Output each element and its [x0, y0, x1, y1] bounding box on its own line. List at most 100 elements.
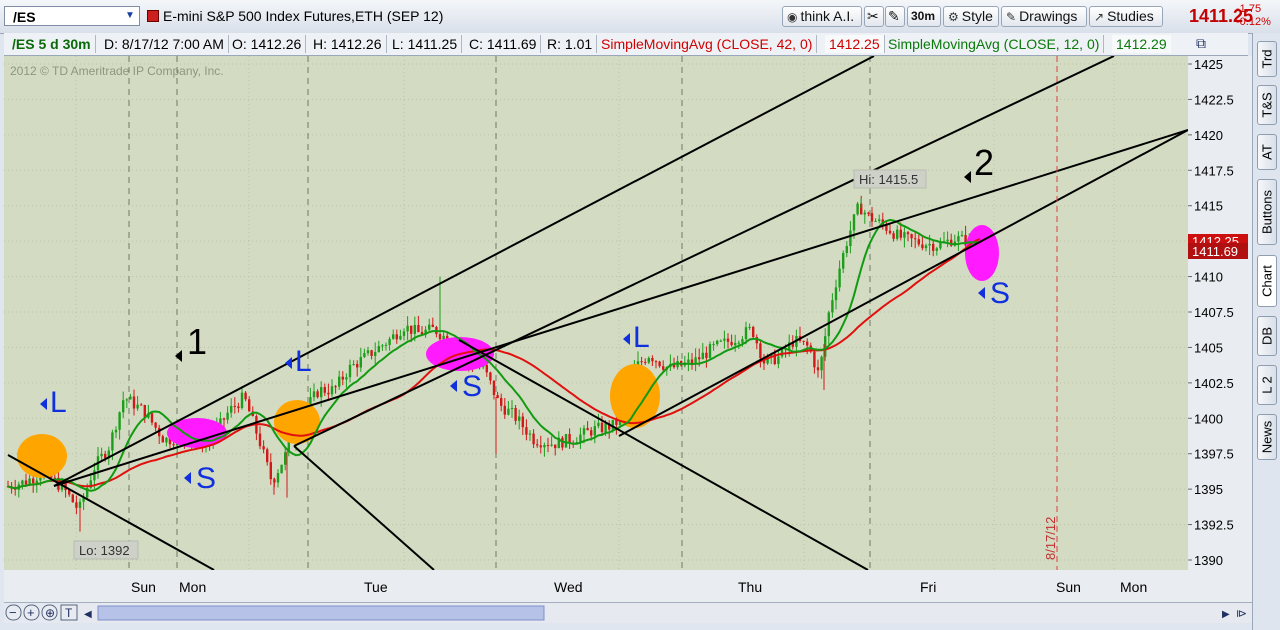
candle-body	[28, 478, 31, 485]
candle-body	[132, 396, 136, 409]
trendline[interactable]	[458, 339, 869, 570]
candle-body	[820, 356, 823, 371]
candle-body	[442, 335, 445, 340]
candle-body	[172, 444, 175, 446]
studies-button[interactable]: ↗ Studies	[1089, 6, 1163, 27]
drawings-button[interactable]: ✎ Drawings	[1001, 6, 1087, 27]
chevron-down-icon[interactable]: ▼	[123, 9, 137, 23]
timeframe-label: 30m	[911, 9, 936, 23]
drawings-label: Drawings	[1019, 8, 1078, 24]
candle-body	[726, 338, 730, 342]
sidebar-tab-db[interactable]: DB	[1257, 316, 1277, 356]
price-tick-label: 1390	[1194, 553, 1223, 568]
candle-body	[536, 444, 539, 446]
short-signal-label: S	[196, 462, 216, 495]
symbol-text: /ES	[13, 9, 36, 25]
scroll-right-icon[interactable]: ▶	[1222, 609, 1230, 620]
trendline[interactable]	[53, 129, 1188, 487]
sidebar-tab-label: AT	[1259, 144, 1275, 160]
candle-body	[906, 232, 910, 235]
candle-body	[496, 395, 499, 398]
scrollbar-thumb[interactable]	[97, 605, 545, 621]
date-marker-label: 8/17/12	[1043, 517, 1058, 560]
candle-body	[878, 219, 881, 221]
candle-body	[759, 343, 762, 359]
candle-body	[330, 386, 334, 395]
candle-body	[852, 214, 856, 231]
candle-body	[532, 433, 535, 445]
sidebar-tab-buttons[interactable]: Buttons	[1257, 179, 1277, 245]
candle-body	[831, 300, 834, 313]
studies-icon: ↗	[1094, 10, 1105, 24]
trendline[interactable]	[293, 445, 435, 570]
candle-body	[712, 344, 715, 346]
price-axis[interactable]: 14251422.514201417.514151412.514101407.5…	[1188, 56, 1252, 570]
candle-body	[21, 480, 24, 485]
chart-area[interactable]: 2012 © TD Ameritrade IP Company, Inc. 8/…	[4, 56, 1188, 570]
sidebar-tab-t-s[interactable]: T&S	[1257, 85, 1277, 125]
sidebar-tab-label: T&S	[1259, 92, 1275, 118]
candle-body	[341, 376, 344, 380]
sidebar-tab-l-2[interactable]: L 2	[1257, 365, 1277, 405]
candle-body	[816, 367, 820, 371]
zoom-in-icon[interactable]: +	[23, 604, 40, 621]
candle-body	[597, 422, 600, 427]
scroll-left-icon[interactable]: ◀	[84, 609, 92, 620]
candle-body	[262, 446, 265, 450]
zoom-out-icon[interactable]: −	[5, 604, 22, 621]
candle-body	[593, 426, 596, 436]
candle-body	[510, 407, 514, 409]
current-price-close: 1411.69	[1192, 244, 1238, 259]
candle-body	[856, 203, 859, 215]
chart-settings-icon[interactable]: ⧉	[1191, 35, 1211, 53]
candle-body	[402, 331, 406, 336]
sma42-line	[7, 238, 981, 490]
crosshair-tool-button[interactable]: ✂	[864, 6, 884, 27]
price-tick-label: 1417.5	[1194, 163, 1234, 178]
candle-body	[237, 406, 240, 409]
candle-body	[543, 444, 546, 448]
chart-scrollbar[interactable]: − + ⊕ T ◀ ▶ ⧐	[4, 602, 1256, 623]
fit-icon[interactable]: ⧐	[1236, 608, 1247, 620]
zoom-box-icon[interactable]: ⊕	[41, 604, 58, 621]
sidebar-tab-at[interactable]: AT	[1257, 134, 1277, 170]
time-tick-label: Tue	[364, 579, 388, 595]
symbol-period[interactable]: /ES 5 d 30m	[8, 35, 96, 53]
sidebar-tab-chart[interactable]: Chart	[1257, 255, 1277, 307]
timeframe-button[interactable]: 30m	[907, 6, 941, 27]
candle-body	[104, 453, 107, 459]
candle-body	[399, 335, 402, 340]
bar-open: O: 1412.26	[228, 35, 307, 53]
style-icon: ⚙	[948, 10, 959, 24]
time-axis[interactable]: Sun Mon Tue Wed Thu Fri Sun Mon	[4, 570, 1252, 602]
candle-body	[903, 232, 906, 238]
candle-body	[240, 392, 244, 409]
style-button[interactable]: ⚙ Style	[943, 6, 999, 27]
marker-arrow-icon	[964, 171, 971, 183]
svg-text:+: +	[27, 605, 35, 620]
sidebar-tab-news[interactable]: News	[1257, 414, 1277, 460]
price-chart[interactable]: 2012 © TD Ameritrade IP Company, Inc. 8/…	[4, 56, 1188, 570]
symbol-input[interactable]: /ES ▼	[4, 6, 140, 26]
pencil-tool-button[interactable]: ✎	[885, 6, 905, 27]
text-tool-icon[interactable]: T	[60, 604, 78, 621]
candle-body	[492, 380, 496, 396]
candle-body	[539, 445, 542, 448]
candle-body	[129, 396, 132, 400]
candle-body	[345, 377, 348, 380]
candle-body	[93, 470, 96, 481]
candle-body	[910, 234, 913, 239]
candle-body	[320, 387, 323, 398]
candle-body	[140, 404, 143, 406]
candle-body	[748, 326, 751, 328]
sma12-label[interactable]: SimpleMovingAvg (CLOSE, 12, 0)	[884, 35, 1105, 53]
time-tick-label: Thu	[738, 579, 762, 595]
candle-body	[730, 341, 733, 346]
candle-body	[662, 366, 665, 370]
candle-body	[374, 352, 377, 356]
sidebar-tab-trd[interactable]: Trd	[1257, 41, 1277, 77]
think-ai-button[interactable]: ◉ think A.I.	[782, 6, 862, 27]
candle-body	[863, 212, 866, 215]
sma42-label[interactable]: SimpleMovingAvg (CLOSE, 42, 0)	[597, 35, 818, 53]
candle-body	[258, 433, 262, 447]
